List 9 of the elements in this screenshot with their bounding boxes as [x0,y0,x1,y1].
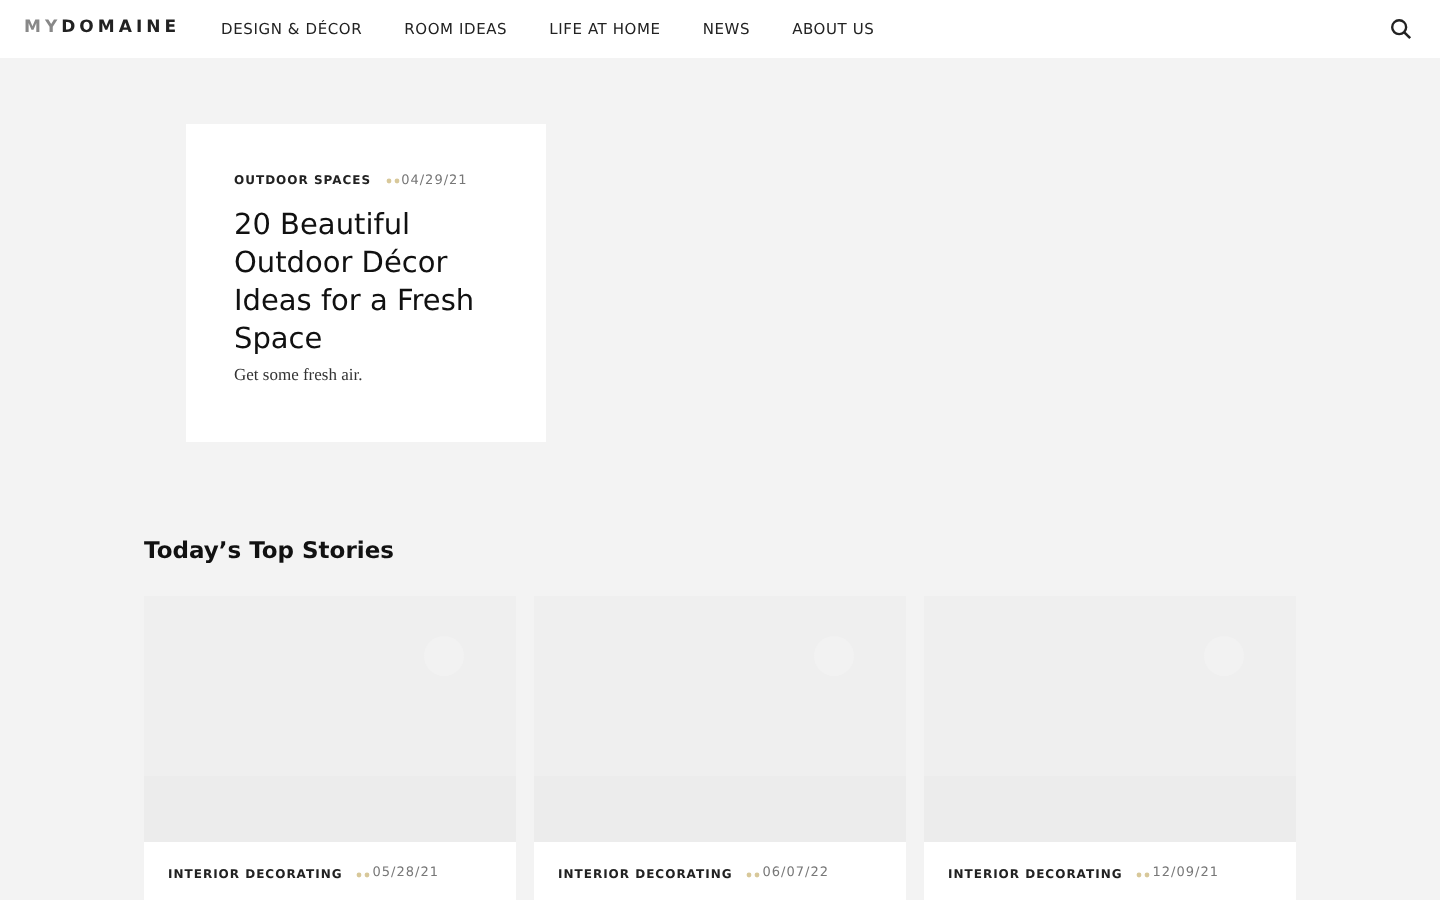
dots-icon [1136,871,1151,878]
dots-icon [356,871,371,878]
dots-icon [746,871,761,878]
dots-icon [385,178,400,185]
feature-headline: 20 Beautiful Outdoor Décor Ideas for a Fresh Space [234,207,477,360]
feature-summary: Get some fresh air. [234,361,365,387]
search-icon[interactable] [1390,18,1412,40]
site-logo[interactable]: MY DOMAINE [24,16,181,42]
section-heading: Today’s Top Stories [144,534,396,568]
